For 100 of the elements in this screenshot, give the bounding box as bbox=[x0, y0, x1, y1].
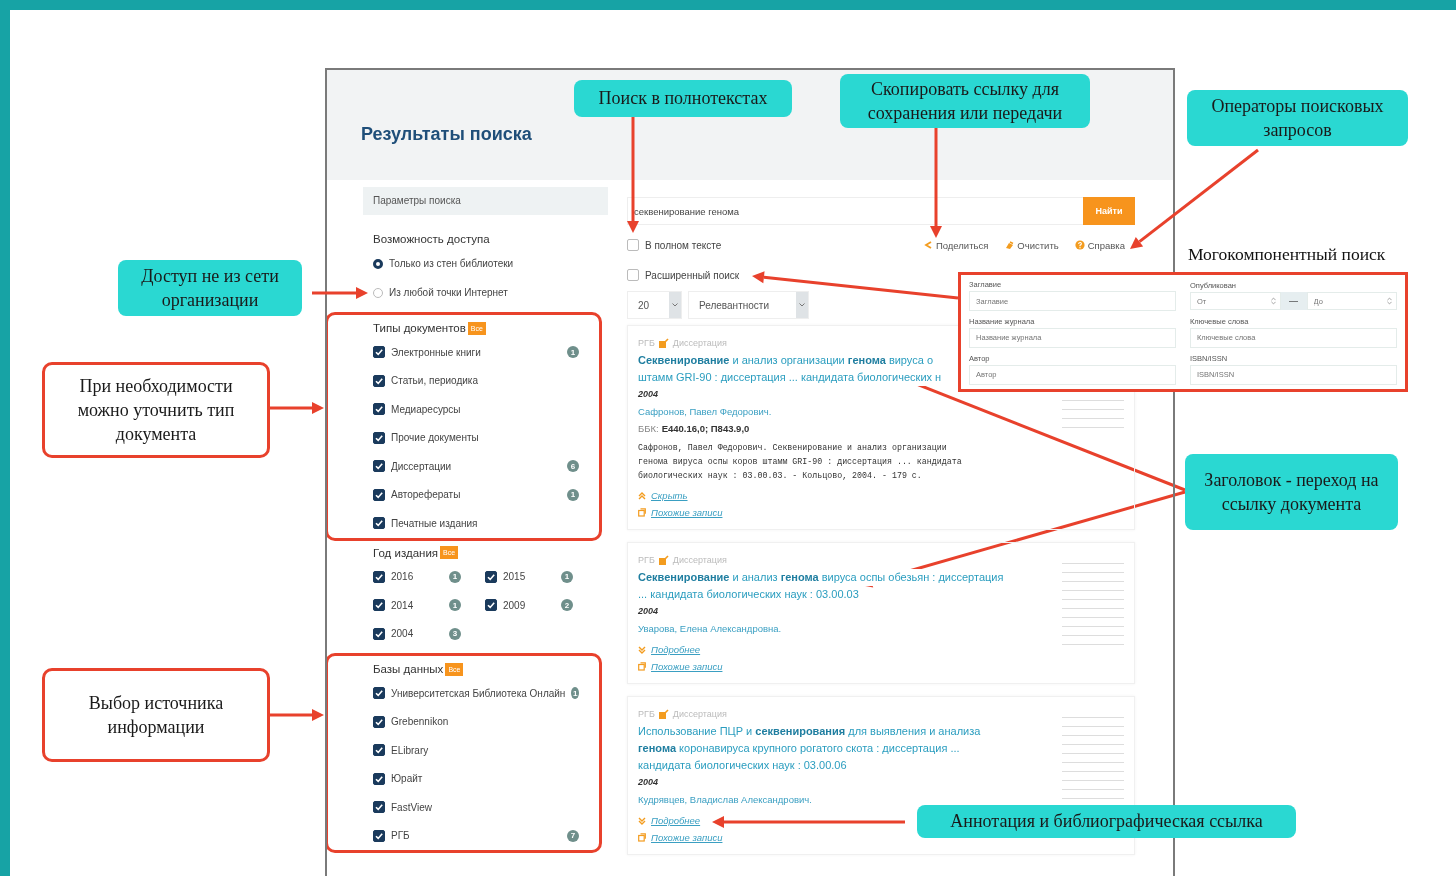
source-label: РГБ bbox=[638, 709, 655, 719]
document-type: Диссертация bbox=[672, 338, 727, 348]
document-type: Диссертация bbox=[672, 709, 727, 719]
arrow bbox=[312, 287, 368, 299]
count-badge: 1 bbox=[449, 570, 461, 583]
page-title: Результаты поиска bbox=[361, 124, 532, 145]
checkbox[interactable] bbox=[373, 744, 385, 757]
option-label: Расширенный поиск bbox=[645, 269, 740, 281]
callout: Скопировать ссылку для сохранения или передачи bbox=[840, 74, 1090, 128]
bbk-label: ББК: bbox=[638, 423, 659, 434]
filter-label: 2004 bbox=[391, 628, 414, 640]
checkbox[interactable] bbox=[373, 801, 385, 814]
count-badge: 1 bbox=[449, 599, 461, 612]
arrow bbox=[270, 709, 324, 721]
radio-button[interactable] bbox=[373, 258, 383, 269]
filter-label: Печатные издания bbox=[391, 517, 478, 529]
filter-label: Электронные книги bbox=[391, 346, 481, 358]
search-button[interactable]: Найти bbox=[1083, 197, 1135, 225]
callout: Доступ не из сети организации bbox=[118, 260, 302, 316]
count-badge: 3 bbox=[449, 627, 461, 640]
section-title: Базы данных bbox=[373, 663, 444, 675]
result-link[interactable]: Подробнее bbox=[651, 644, 701, 655]
filter-label: Авторефераты bbox=[391, 489, 461, 501]
checkbox[interactable] bbox=[373, 627, 385, 640]
checkbox[interactable] bbox=[373, 772, 385, 785]
action-link[interactable]: Справка bbox=[1074, 239, 1125, 251]
count-badge: 1 bbox=[571, 687, 579, 700]
filter-label: 2015 bbox=[503, 571, 526, 583]
checkbox[interactable] bbox=[373, 488, 385, 501]
arrow bbox=[270, 402, 324, 414]
checkbox[interactable] bbox=[373, 460, 385, 473]
citation-line: Сафронов, Павел Федорович. Секвенирование и анализ организации bbox=[638, 442, 948, 454]
range-separator: — bbox=[1280, 292, 1307, 311]
help-icon bbox=[1074, 240, 1085, 250]
search-field[interactable]: секвенирование генома bbox=[627, 197, 1083, 225]
document-icon bbox=[658, 709, 669, 719]
section-title: Год издания bbox=[373, 546, 439, 559]
count-badge: 2 bbox=[561, 599, 573, 612]
checkbox[interactable] bbox=[373, 599, 385, 612]
checkbox[interactable] bbox=[373, 687, 385, 700]
author-link[interactable]: Уварова, Елена Александровна. bbox=[638, 620, 1004, 637]
checkbox[interactable] bbox=[627, 239, 639, 251]
callout: Операторы поисковых запросов bbox=[1187, 90, 1408, 146]
option-label: Только из стен библиотеки bbox=[389, 258, 514, 269]
callout: Поиск в полнотекстах bbox=[574, 80, 792, 117]
eraser-icon bbox=[1004, 240, 1015, 250]
copy-icon bbox=[638, 832, 646, 843]
author-link[interactable]: Сафронов, Павел Федорович. bbox=[638, 403, 962, 420]
page-size-select[interactable]: 20 bbox=[627, 291, 682, 319]
result-link[interactable]: Подробнее bbox=[651, 815, 701, 826]
checkbox[interactable] bbox=[485, 570, 497, 583]
annotation-caption: Могокомпонентный поиск bbox=[1188, 244, 1386, 265]
result-link[interactable]: Похожие записи bbox=[651, 507, 723, 518]
copy-icon bbox=[638, 507, 646, 518]
result-link[interactable]: Похожие записи bbox=[651, 832, 723, 843]
result-year: 2004 bbox=[638, 605, 660, 618]
checkbox[interactable] bbox=[373, 570, 385, 583]
chevron-icon bbox=[796, 292, 808, 318]
filter-label: 2009 bbox=[503, 599, 526, 611]
action-link[interactable]: Поделиться bbox=[922, 239, 989, 251]
checkbox[interactable] bbox=[373, 431, 385, 444]
filter-label: 2016 bbox=[391, 571, 414, 583]
filter-label: 2014 bbox=[391, 599, 414, 611]
checkbox[interactable] bbox=[627, 269, 639, 281]
citation-line: биологических наук : 03.00.03. - Кольцово, 2004. - 179 с. bbox=[638, 470, 923, 482]
document-type: Диссертация bbox=[672, 555, 727, 565]
checkbox[interactable] bbox=[373, 403, 385, 416]
sort-select[interactable]: Релевантности bbox=[688, 291, 809, 319]
section-title: Возможность доступа bbox=[372, 232, 491, 247]
count-badge: 1 bbox=[567, 346, 579, 359]
section-title: Типы документов bbox=[373, 322, 466, 334]
checkbox[interactable] bbox=[373, 374, 385, 387]
source-label: РГБ bbox=[638, 555, 655, 565]
bbk-code: Е440.16,0; П843.9,0 bbox=[661, 423, 750, 434]
filter-label: Grebennikon bbox=[391, 716, 449, 728]
filter-label: FastView bbox=[391, 801, 432, 813]
checkbox[interactable] bbox=[373, 829, 385, 842]
result-year: 2004 bbox=[638, 388, 660, 401]
document-icon bbox=[658, 555, 669, 565]
double-chevron-down-icon bbox=[638, 815, 646, 826]
document-icon bbox=[658, 338, 669, 348]
callout: При необходимости можно уточнить тип документа bbox=[42, 362, 270, 458]
author-link[interactable]: Кудрявцев, Владислав Александрович. bbox=[638, 791, 981, 808]
checkbox[interactable] bbox=[373, 346, 385, 359]
double-chevron-down-icon bbox=[638, 644, 646, 655]
count-badge: 1 bbox=[567, 488, 579, 501]
double-chevron-up-icon bbox=[638, 490, 646, 501]
count-badge: 7 bbox=[567, 829, 579, 842]
callout: Заголовок - переход на ссылку документа bbox=[1185, 454, 1398, 530]
filter-label: РГБ bbox=[391, 830, 410, 842]
option-label: Из любой точки Интернет bbox=[389, 287, 508, 298]
filter-label: Прочие документы bbox=[391, 432, 479, 444]
checkbox[interactable] bbox=[485, 599, 497, 612]
checkbox[interactable] bbox=[373, 715, 385, 728]
result-link[interactable]: Похожие записи bbox=[651, 661, 723, 672]
action-link[interactable]: Очистить bbox=[1004, 239, 1059, 251]
chevron-icon bbox=[669, 292, 681, 318]
checkbox[interactable] bbox=[373, 517, 385, 530]
count-badge: 6 bbox=[567, 460, 579, 473]
result-link[interactable]: Скрыть bbox=[651, 490, 688, 501]
